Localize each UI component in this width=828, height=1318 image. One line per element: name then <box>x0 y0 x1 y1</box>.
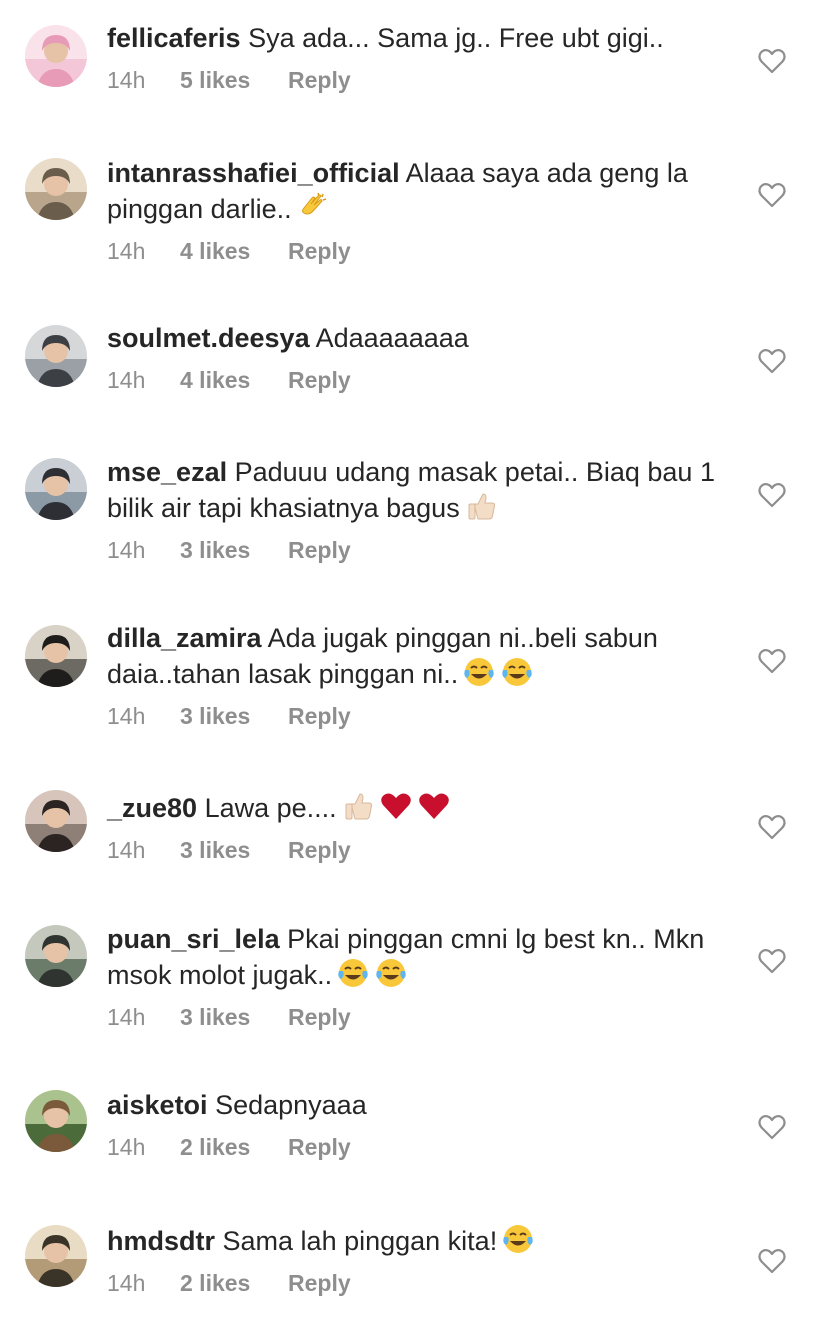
like-heart-icon[interactable] <box>758 1248 786 1274</box>
tears-of-joy-emoji-icon <box>336 956 370 990</box>
reply-button[interactable]: Reply <box>288 836 351 864</box>
comment-likes[interactable]: 3 likes <box>180 1003 288 1031</box>
comment-text: dilla_zamira Ada jugak pinggan ni..beli … <box>107 622 732 691</box>
reply-button[interactable]: Reply <box>288 237 351 265</box>
tears-of-joy-emoji-icon <box>462 655 496 689</box>
avatar[interactable] <box>25 158 87 220</box>
like-heart-icon[interactable] <box>758 948 786 974</box>
like-heart-icon[interactable] <box>758 348 786 374</box>
comment-time: 14h <box>107 1270 146 1296</box>
comment-text: soulmet.deesya Adaaaaaaaa <box>107 322 732 355</box>
comment-time: 14h <box>107 1004 146 1030</box>
comment-body: hmdsdtr Sama lah pinggan kita! 14h 2 likes… <box>107 1222 732 1297</box>
comment-time: 14h <box>107 238 146 264</box>
comment-username[interactable]: hmdsdtr <box>107 1226 215 1256</box>
reply-button[interactable]: Reply <box>288 536 351 564</box>
comment-meta: 14h 3 likes Reply <box>107 536 732 564</box>
like-heart-icon[interactable] <box>758 48 786 74</box>
comment-meta: 14h 4 likes Reply <box>107 366 732 394</box>
avatar[interactable] <box>25 925 87 987</box>
reply-button[interactable]: Reply <box>288 1133 351 1161</box>
comment-time: 14h <box>107 1134 146 1160</box>
reply-button[interactable]: Reply <box>288 66 351 94</box>
comment-time: 14h <box>107 703 146 729</box>
comment-meta: 14h 2 likes Reply <box>107 1269 732 1297</box>
comment-time: 14h <box>107 67 146 93</box>
comment-username[interactable]: intanrasshafiei_official <box>107 158 400 188</box>
comment-body: fellicaferis Sya ada... Sama jg.. Free u… <box>107 22 732 94</box>
like-heart-icon[interactable] <box>758 1114 786 1140</box>
comment-likes[interactable]: 2 likes <box>180 1133 288 1161</box>
avatar[interactable] <box>25 1090 87 1152</box>
comment-message: Sama lah pinggan kita! <box>222 1226 498 1256</box>
comment-likes[interactable]: 3 likes <box>180 536 288 564</box>
tears-of-joy-emoji-icon <box>374 956 408 990</box>
avatar[interactable] <box>25 25 87 87</box>
comment-username[interactable]: puan_sri_lela <box>107 924 280 954</box>
like-heart-icon[interactable] <box>758 814 786 840</box>
reply-button[interactable]: Reply <box>288 1003 351 1031</box>
comment-username[interactable]: _zue80 <box>107 793 197 823</box>
comment-message: Lawa pe.... <box>204 793 337 823</box>
comment-body: intanrasshafiei_official Alaaa saya ada … <box>107 157 732 265</box>
like-heart-icon[interactable] <box>758 648 786 674</box>
reply-button[interactable]: Reply <box>288 1269 351 1297</box>
thumbs-up-emoji-icon <box>464 489 498 523</box>
comment-body: _zue80 Lawa pe.... 14h 3 likes Reply <box>107 789 732 864</box>
comment-likes[interactable]: 3 likes <box>180 702 288 730</box>
comment-body: dilla_zamira Ada jugak pinggan ni..beli … <box>107 622 732 730</box>
comment-likes[interactable]: 4 likes <box>180 237 288 265</box>
comment-likes[interactable]: 4 likes <box>180 366 288 394</box>
like-heart-icon[interactable] <box>758 482 786 508</box>
comment-text: _zue80 Lawa pe.... <box>107 789 732 825</box>
comment-body: mse_ezal Paduuu udang masak petai.. Biaq… <box>107 456 732 564</box>
tears-of-joy-emoji-icon <box>500 655 534 689</box>
comment-username[interactable]: soulmet.deesya <box>107 323 310 353</box>
avatar[interactable] <box>25 790 87 852</box>
avatar[interactable] <box>25 325 87 387</box>
comment-meta: 14h 5 likes Reply <box>107 66 732 94</box>
comment-meta: 14h 2 likes Reply <box>107 1133 732 1161</box>
comment-message: Sya ada... Sama jg.. Free ubt gigi.. <box>248 23 664 53</box>
reply-button[interactable]: Reply <box>288 702 351 730</box>
reply-button[interactable]: Reply <box>288 366 351 394</box>
comment-meta: 14h 3 likes Reply <box>107 702 732 730</box>
comment-text: mse_ezal Paduuu udang masak petai.. Biaq… <box>107 456 732 525</box>
avatar[interactable] <box>25 458 87 520</box>
comment-likes[interactable]: 3 likes <box>180 836 288 864</box>
like-heart-icon[interactable] <box>758 182 786 208</box>
comment-meta: 14h 3 likes Reply <box>107 836 732 864</box>
comment-likes[interactable]: 2 likes <box>180 1269 288 1297</box>
comment-message: Sedapnyaaa <box>215 1090 367 1120</box>
thumbs-up-emoji-icon <box>341 789 375 823</box>
red-heart-emoji-icon <box>417 789 451 823</box>
comment-body: puan_sri_lela Pkai pinggan cmni lg best … <box>107 923 732 1031</box>
comment-text: fellicaferis Sya ada... Sama jg.. Free u… <box>107 22 732 55</box>
comment-time: 14h <box>107 837 146 863</box>
comment-likes[interactable]: 5 likes <box>180 66 288 94</box>
comment-username[interactable]: aisketoi <box>107 1090 208 1120</box>
comment-message: Adaaaaaaaa <box>315 323 469 353</box>
comment-username[interactable]: fellicaferis <box>107 23 241 53</box>
comment-meta: 14h 3 likes Reply <box>107 1003 732 1031</box>
comment-text: hmdsdtr Sama lah pinggan kita! <box>107 1222 732 1258</box>
avatar[interactable] <box>25 625 87 687</box>
red-heart-emoji-icon <box>379 789 413 823</box>
avatar[interactable] <box>25 1225 87 1287</box>
comment-meta: 14h 4 likes Reply <box>107 237 732 265</box>
comment-username[interactable]: mse_ezal <box>107 457 227 487</box>
tears-of-joy-emoji-icon <box>501 1222 535 1256</box>
comment-text: aisketoi Sedapnyaaa <box>107 1089 732 1122</box>
clapping-hands-emoji-icon <box>296 190 330 224</box>
comment-username[interactable]: dilla_zamira <box>107 623 262 653</box>
comment-text: puan_sri_lela Pkai pinggan cmni lg best … <box>107 923 732 992</box>
comment-time: 14h <box>107 537 146 563</box>
comment-text: intanrasshafiei_official Alaaa saya ada … <box>107 157 732 226</box>
comment-time: 14h <box>107 367 146 393</box>
comment-body: soulmet.deesya Adaaaaaaaa 14h 4 likes Reply <box>107 322 732 394</box>
comment-body: aisketoi Sedapnyaaa 14h 2 likes Reply <box>107 1089 732 1161</box>
